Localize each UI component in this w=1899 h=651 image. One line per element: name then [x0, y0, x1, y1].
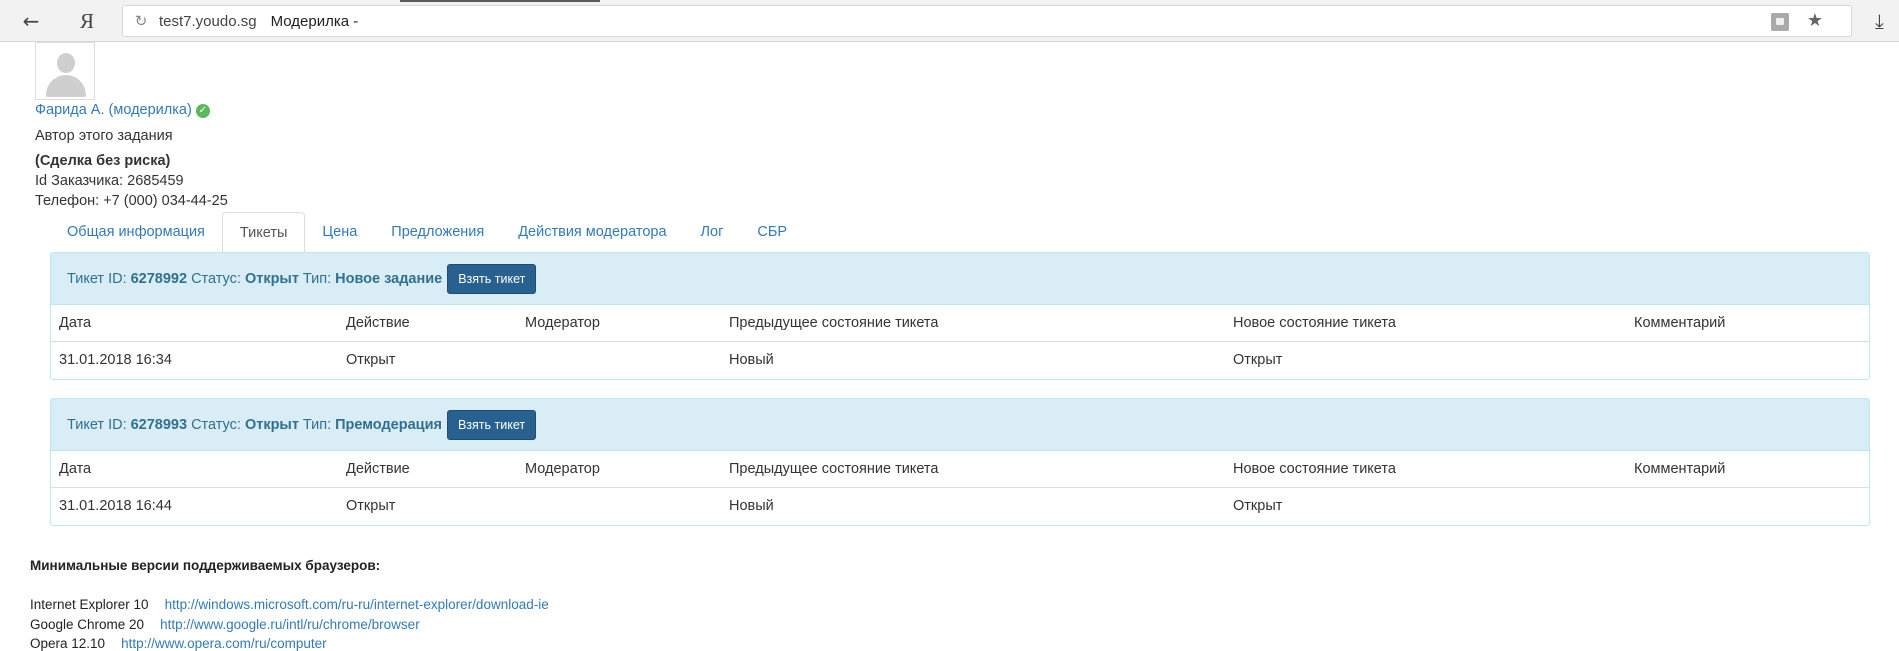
browser-line: Opera 12.10 http://www.opera.com/ru/compu… [30, 636, 327, 651]
tab-bar: Общая информация Тикеты Цена Предложения… [50, 212, 1870, 253]
cell-prev-state: Новый [729, 498, 774, 514]
browser-line: Google Chrome 20 http://www.google.ru/int… [30, 617, 420, 632]
ticket-header: Тикет ID: 6278993 Статус: Открыт Тип: Пр… [51, 399, 1869, 451]
phone: Телефон: +7 (000) 034-44-25 [35, 193, 228, 209]
take-ticket-button[interactable]: Взять тикет [446, 409, 537, 440]
address-host: test7.youdo.sg [159, 12, 257, 30]
col-comment: Комментарий [1634, 461, 1726, 477]
tab-general-info[interactable]: Общая информация [50, 212, 222, 252]
download-icon[interactable]: ⤓ [1875, 9, 1895, 33]
col-prev-state: Предыдущее состояние тикета [729, 315, 939, 331]
address-bar[interactable]: ↻ test7.youdo.sg Модерилка - ★ [122, 5, 1852, 37]
table-row: 31.01.2018 16:44 Открыт Новый Открыт [51, 488, 1869, 525]
ticket-panel: Тикет ID: 6278993 Статус: Открыт Тип: Пр… [50, 398, 1870, 526]
browser-download-link[interactable]: http://www.opera.com/ru/computer [121, 636, 327, 651]
lock-icon[interactable] [1771, 13, 1789, 31]
reload-icon[interactable]: ↻ [127, 12, 155, 30]
user-name-link[interactable]: Фарида А. (модерилка) ✓ [35, 102, 210, 118]
ticket-status-label: Статус: [191, 416, 241, 433]
cell-date: 31.01.2018 16:34 [59, 352, 172, 368]
cell-action: Открыт [346, 498, 396, 514]
col-moderator: Модератор [525, 315, 600, 331]
col-date: Дата [59, 315, 92, 331]
ticket-type: Премодерация [335, 416, 442, 433]
user-name[interactable]: Фарида А. (модерилка) [35, 102, 192, 118]
col-action: Действие [346, 461, 410, 477]
bookmark-star-icon[interactable]: ★ [1807, 10, 1823, 31]
ticket-id: 6278993 [130, 416, 188, 433]
active-tab-indicator [400, 0, 600, 2]
ticket-id: 6278992 [130, 270, 188, 287]
cell-new-state: Открыт [1233, 352, 1283, 368]
cell-new-state: Открыт [1233, 498, 1283, 514]
table-row: 31.01.2018 16:34 Открыт Новый Открыт [51, 342, 1869, 379]
verified-check-icon: ✓ [195, 104, 210, 118]
tab-price[interactable]: Цена [305, 212, 374, 252]
customer-id: Id Заказчика: 2685459 [35, 173, 184, 189]
tab-tickets[interactable]: Тикеты [221, 212, 306, 253]
back-arrow-icon[interactable]: ← [16, 6, 46, 36]
ticket-panel: Тикет ID: 6278992 Статус: Открыт Тип: Но… [50, 252, 1870, 380]
phone-value: +7 (000) 034-44-25 [103, 193, 228, 209]
browser-name: Opera 12.10 [30, 636, 106, 651]
col-prev-state: Предыдущее состояние тикета [729, 461, 939, 477]
col-date: Дата [59, 461, 92, 477]
phone-label: Телефон: [35, 193, 100, 209]
tab-moderator-actions[interactable]: Действия модератора [501, 212, 683, 252]
cell-date: 31.01.2018 16:44 [59, 498, 172, 514]
author-role: Автор этого задания [35, 128, 173, 144]
tab-sbr[interactable]: СБР [740, 212, 804, 252]
yandex-logo-icon[interactable]: Я [72, 6, 102, 36]
avatar-body [46, 75, 86, 97]
deal-type: (Сделка без риска) [35, 153, 171, 169]
ticket-type-label: Тип: [302, 270, 332, 287]
browser-name: Internet Explorer 10 [30, 597, 149, 612]
take-ticket-button[interactable]: Взять тикет [447, 263, 537, 294]
tab-log[interactable]: Лог [684, 212, 741, 252]
browser-download-link[interactable]: http://www.google.ru/intl/ru/chrome/brow… [160, 617, 420, 632]
browser-name: Google Chrome 20 [30, 617, 145, 632]
ticket-status: Открыт [244, 270, 299, 287]
ticket-status: Открыт [244, 416, 299, 433]
cell-action: Открыт [346, 352, 396, 368]
col-action: Действие [346, 315, 410, 331]
browser-toolbar: ← Я ↻ test7.youdo.sg Модерилка - ★ ⤓ [0, 0, 1899, 42]
ticket-type: Новое задание [335, 270, 443, 287]
ticket-id-label: Тикет ID: [67, 416, 127, 433]
col-comment: Комментарий [1634, 315, 1726, 331]
table-header-row: Дата Действие Модератор Предыдущее состо… [51, 451, 1869, 488]
ticket-header: Тикет ID: 6278992 Статус: Открыт Тип: Но… [51, 253, 1869, 305]
col-moderator: Модератор [525, 461, 600, 477]
browser-line: Internet Explorer 10 http://windows.micro… [30, 597, 549, 612]
ticket-id-label: Тикет ID: [67, 270, 127, 287]
cell-prev-state: Новый [729, 352, 774, 368]
avatar [35, 42, 95, 100]
col-new-state: Новое состояние тикета [1233, 315, 1396, 331]
table-header-row: Дата Действие Модератор Предыдущее состо… [51, 305, 1869, 342]
avatar-head [57, 53, 75, 73]
customer-id-label: Id Заказчика: [35, 173, 124, 189]
ticket-status-label: Статус: [191, 270, 241, 287]
browser-download-link[interactable]: http://windows.microsoft.com/ru-ru/inter… [165, 597, 549, 612]
supported-browsers-heading: Минимальные версии поддерживаемых браузе… [30, 558, 381, 573]
col-new-state: Новое состояние тикета [1233, 461, 1396, 477]
ticket-type-label: Тип: [302, 416, 332, 433]
customer-id-value: 2685459 [127, 173, 184, 189]
page-title: Модерилка - [270, 12, 359, 30]
tab-offers[interactable]: Предложения [374, 212, 501, 252]
